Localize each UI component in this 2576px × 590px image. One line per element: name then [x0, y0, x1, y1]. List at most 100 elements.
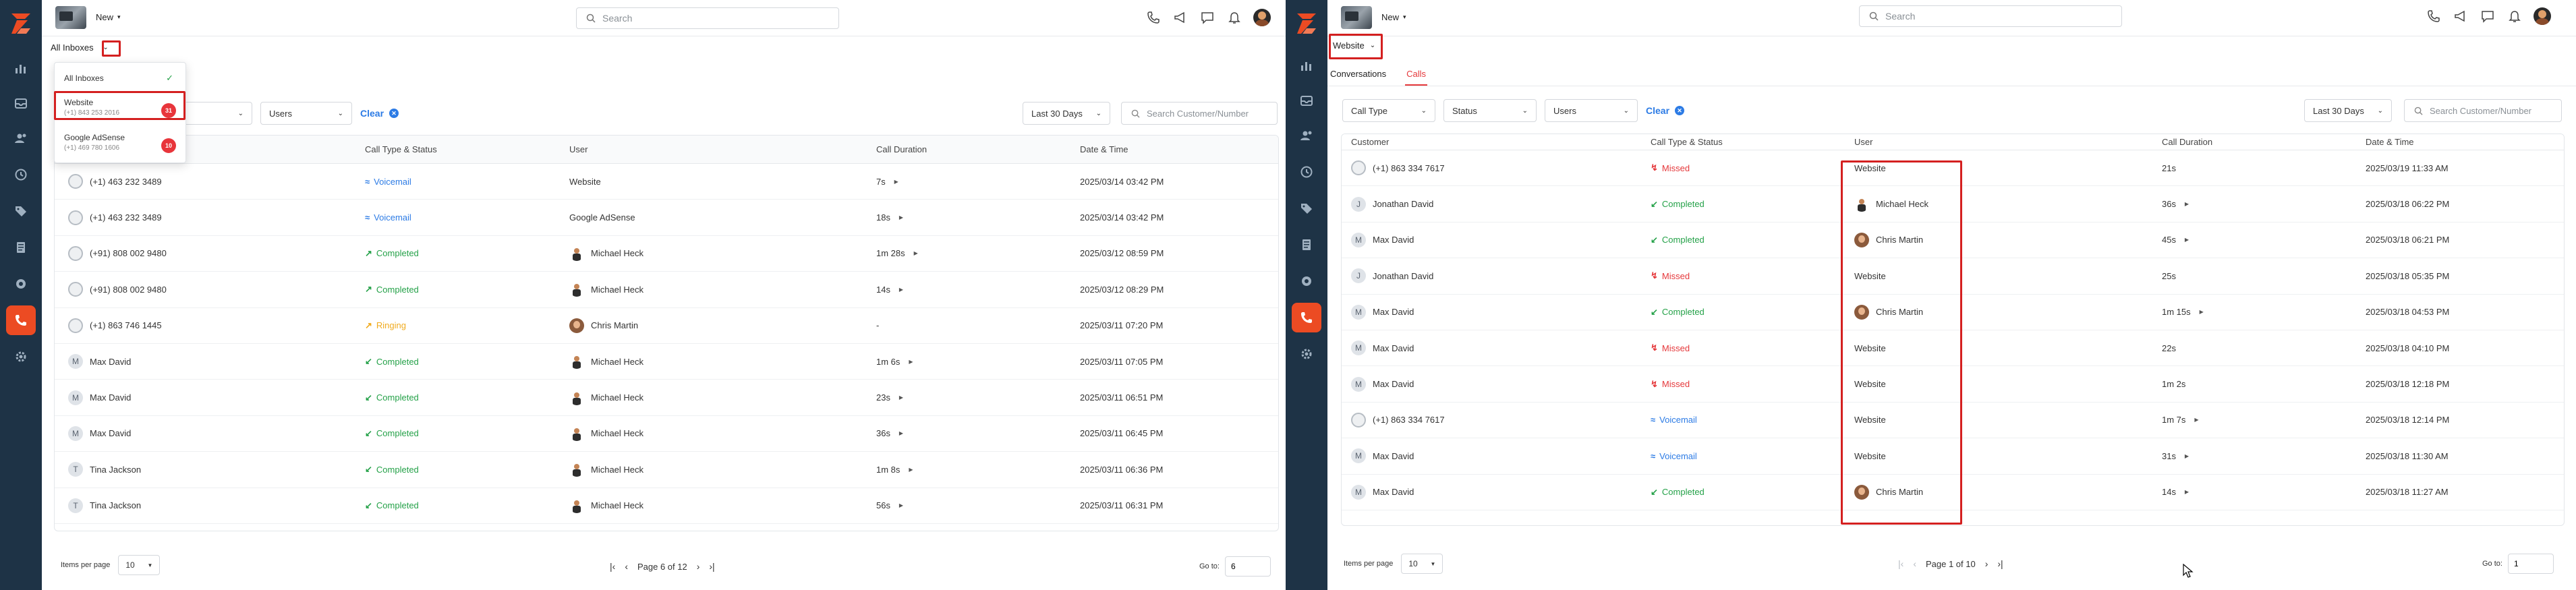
global-search-input[interactable] — [602, 13, 818, 24]
inbox-nav-icon[interactable] — [11, 93, 31, 113]
customer-search[interactable] — [1121, 102, 1278, 125]
phone-dialer-icon[interactable] — [1145, 9, 1162, 26]
table-row[interactable]: (+1) 863 334 7617 ↯ Missed Website 21s 2025/0… — [1342, 150, 2564, 187]
last-page-icon[interactable]: ›| — [709, 561, 714, 572]
dropdown-item-google-adsense[interactable]: Google AdSense (+1) 469 780 1606 10 — [55, 133, 185, 160]
history-nav-icon[interactable] — [11, 165, 31, 185]
analytics-nav-icon[interactable] — [1296, 55, 1317, 76]
play-recording-icon[interactable]: ▶ — [2183, 488, 2191, 496]
settings-nav-icon[interactable] — [11, 347, 31, 367]
user-avatar[interactable] — [2534, 7, 2551, 25]
customer-name[interactable]: (+1) 863 334 7617 — [1373, 415, 1445, 425]
table-row[interactable]: M Max David ↙ Completed Michael Heck 23s ▶ 2025… — [55, 380, 1278, 416]
customer-name[interactable]: Max David — [1373, 451, 1414, 461]
integrations-nav-icon[interactable] — [1296, 271, 1317, 291]
tags-nav-icon[interactable] — [11, 201, 31, 221]
table-row[interactable]: J Jonathan David ↯ Missed Website 25s 2025/03/… — [1342, 258, 2564, 295]
tab-calls[interactable]: Calls — [1405, 69, 1428, 86]
play-recording-icon[interactable]: ▶ — [897, 285, 905, 293]
play-recording-icon[interactable]: ▶ — [907, 465, 915, 473]
notification-bell-icon[interactable] — [2507, 8, 2523, 24]
play-recording-icon[interactable]: ▶ — [912, 249, 920, 258]
items-per-page-select[interactable]: 10 ▼ — [118, 555, 161, 575]
play-recording-icon[interactable]: ▶ — [897, 394, 905, 402]
chat-icon[interactable] — [2480, 8, 2496, 24]
tags-nav-icon[interactable] — [1296, 198, 1317, 218]
call-type-select[interactable]: Call Type ⌄ — [1342, 99, 1435, 122]
analytics-nav-icon[interactable] — [11, 58, 31, 78]
customer-name[interactable]: (+91) 808 002 9480 — [90, 248, 167, 258]
customer-name[interactable]: (+1) 463 232 3489 — [90, 212, 162, 223]
play-recording-icon[interactable]: ▶ — [897, 430, 905, 438]
global-search[interactable] — [576, 7, 839, 29]
dropdown-item-all-inboxes[interactable]: All Inboxes ✓ — [55, 71, 185, 86]
settings-nav-icon[interactable] — [1296, 344, 1317, 364]
notification-bell-icon[interactable] — [1226, 9, 1242, 26]
play-recording-icon[interactable]: ▶ — [2198, 308, 2206, 316]
table-row[interactable]: M Max David ↯ Missed Website 22s 2025/03/18 04… — [1342, 330, 2564, 367]
tab-conversations[interactable]: Conversations — [1329, 69, 1387, 86]
customer-search-input[interactable] — [1147, 108, 1275, 119]
customer-name[interactable]: Jonathan David — [1373, 271, 1433, 281]
reports-nav-icon[interactable] — [1296, 235, 1317, 255]
play-recording-icon[interactable]: ▶ — [897, 214, 905, 222]
table-row[interactable]: M Max David ↯ Missed Website 1m 2s 2025/03/18 … — [1342, 366, 2564, 403]
table-row[interactable]: (+1) 863 746 1445 ↗ Ringing Chris Martin - 20… — [55, 308, 1278, 344]
table-row[interactable]: M Max David ≈ Voicemail Website 31s ▶ 2025/03/1… — [1342, 438, 2564, 475]
table-row[interactable]: (+1) 463 232 3489 ≈ Voicemail Google AdSens… — [55, 200, 1278, 236]
goto-page-input[interactable] — [1224, 556, 1271, 577]
customer-name[interactable]: Max David — [90, 357, 131, 367]
app-logo-icon[interactable] — [7, 9, 34, 38]
customer-name[interactable]: Max David — [90, 392, 131, 403]
history-nav-icon[interactable] — [1296, 162, 1317, 182]
table-row[interactable]: M Max David ↙ Completed Chris Martin 14s ▶ 2025… — [1342, 475, 2564, 510]
inbox-selector[interactable]: All Inboxes ⌄ — [51, 42, 113, 53]
phone-dialer-icon[interactable] — [2426, 8, 2442, 24]
customer-name[interactable]: Tina Jackson — [90, 465, 141, 475]
prev-page-icon[interactable]: ‹ — [625, 561, 628, 572]
chevron-down-icon[interactable]: ⌄ — [99, 44, 113, 51]
play-recording-icon[interactable]: ▶ — [897, 502, 905, 510]
table-row[interactable]: M Max David ↙ Completed Michael Heck 36s ▶ 2025… — [55, 416, 1278, 452]
calls-nav-icon[interactable] — [1292, 303, 1321, 332]
chat-icon[interactable] — [1199, 9, 1215, 26]
play-recording-icon[interactable]: ▶ — [2183, 452, 2191, 460]
prev-page-icon[interactable]: ‹ — [1913, 558, 1916, 569]
customer-name[interactable]: Max David — [1373, 487, 1414, 497]
contacts-nav-icon[interactable] — [11, 128, 31, 148]
workspace-thumbnail[interactable] — [55, 6, 86, 29]
global-search[interactable] — [1859, 5, 2122, 27]
table-row[interactable]: (+91) 808 002 9480 ↗ Completed Michael Heck… — [55, 272, 1278, 308]
megaphone-icon[interactable] — [2453, 8, 2469, 24]
megaphone-icon[interactable] — [1172, 9, 1189, 26]
table-row[interactable]: (+1) 463 232 3489 ≈ Voicemail Website 7s ▶ 202… — [55, 164, 1278, 200]
customer-name[interactable]: (+1) 463 232 3489 — [90, 177, 162, 187]
last-page-icon[interactable]: ›| — [1997, 558, 2003, 569]
customer-name[interactable]: Tina Jackson — [90, 500, 141, 510]
app-logo-icon[interactable] — [1293, 9, 1320, 38]
table-row[interactable]: (+1) 863 334 7617 ≈ Voicemail Website 1m 7s ▶… — [1342, 403, 2564, 439]
users-select[interactable]: Users ⌄ — [1545, 99, 1638, 122]
users-select[interactable]: Users ⌄ — [260, 102, 352, 125]
new-button[interactable]: New ▾ — [96, 12, 121, 22]
play-recording-icon[interactable]: ▶ — [2183, 236, 2191, 244]
customer-name[interactable]: (+1) 863 746 1445 — [90, 320, 162, 330]
first-page-icon[interactable]: |‹ — [610, 561, 615, 572]
integrations-nav-icon[interactable] — [11, 274, 31, 294]
play-recording-icon[interactable]: ▶ — [892, 177, 900, 185]
reports-nav-icon[interactable] — [11, 237, 31, 258]
table-row[interactable]: M Max David ↙ Completed Chris Martin 1m 15s ▶ 2… — [1342, 295, 2564, 330]
goto-page-input[interactable] — [2507, 554, 2554, 574]
customer-name[interactable]: Max David — [90, 428, 131, 438]
table-row[interactable]: M Max David ↙ Completed Chris Martin 45s ▶ 2025… — [1342, 223, 2564, 259]
next-page-icon[interactable]: › — [697, 561, 700, 572]
table-row[interactable]: M Max David ↙ Completed Michael Heck 1m 6s ▶ 20… — [55, 344, 1278, 380]
clear-filters-button[interactable]: Clear ✕ — [1646, 105, 1685, 116]
table-row[interactable]: (+91) 808 002 9480 ↗ Completed Michael Heck… — [55, 236, 1278, 272]
customer-name[interactable]: Max David — [1373, 235, 1414, 245]
user-avatar[interactable] — [1253, 9, 1271, 26]
customer-search-input[interactable] — [2430, 105, 2558, 116]
status-select[interactable]: Status ⌄ — [1443, 99, 1537, 122]
inbox-selector[interactable]: Website ⌄ — [1333, 40, 1375, 51]
items-per-page-select[interactable]: 10 ▼ — [1401, 554, 1443, 574]
